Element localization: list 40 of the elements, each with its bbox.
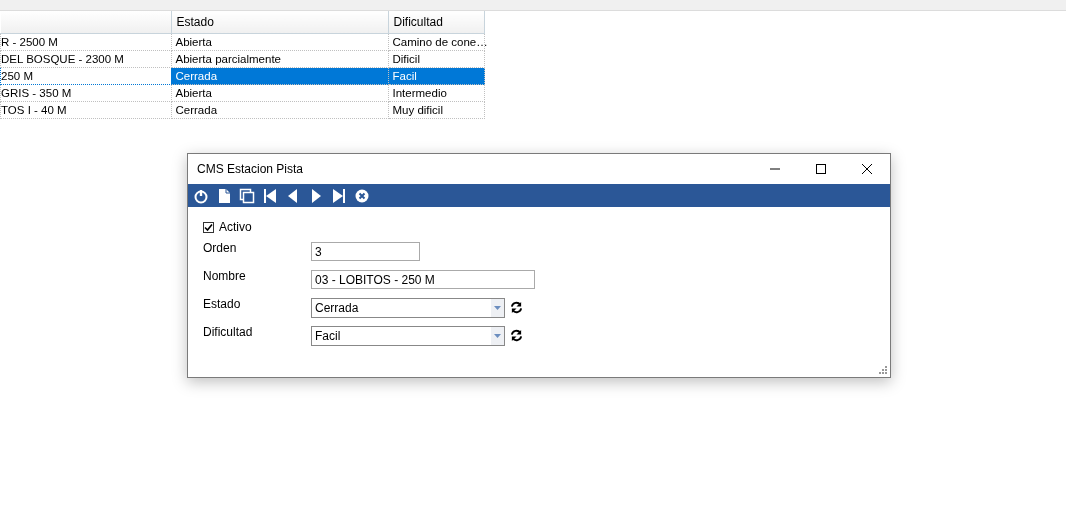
caret-icon[interactable] xyxy=(491,299,504,317)
field-label: Estado xyxy=(203,297,242,311)
table-cell: R - 2500 M xyxy=(0,33,171,51)
table-cell: Cerrada xyxy=(171,101,388,119)
power-icon[interactable] xyxy=(193,187,209,204)
column-header[interactable]: Estado xyxy=(171,11,388,34)
table-cell: Cerrada xyxy=(171,67,388,85)
text-field[interactable]: 3 xyxy=(311,242,420,261)
copy-icon[interactable] xyxy=(239,187,255,204)
table-cell: GRIS - 350 M xyxy=(0,84,171,102)
refresh-icon[interactable] xyxy=(510,301,523,314)
table-cell: DEL BOSQUE - 2300 M xyxy=(0,50,171,68)
refresh-icon[interactable] xyxy=(510,329,523,342)
dropdown[interactable]: Facil xyxy=(311,326,505,346)
text-field[interactable]: 03 - LOBITOS - 250 M xyxy=(311,270,535,289)
table-cell: Intermedio xyxy=(388,84,485,102)
table-cell: TOS I - 40 M xyxy=(0,101,171,119)
checkbox[interactable] xyxy=(203,221,214,233)
resize-grip-icon xyxy=(879,366,887,374)
window-title: CMS Estacion Pista xyxy=(197,162,304,176)
table-cell: Abierta xyxy=(171,33,388,51)
column-header[interactable]: Dificultad xyxy=(388,11,485,34)
table-cell: 250 M xyxy=(0,67,171,85)
dropdown[interactable]: Cerrada xyxy=(311,298,505,318)
cancel-icon[interactable] xyxy=(354,187,370,204)
field-label: Orden xyxy=(203,241,238,255)
maximize-icon[interactable] xyxy=(815,163,827,175)
skip-last-icon[interactable] xyxy=(331,187,347,204)
table-cell: Abierta xyxy=(171,84,388,102)
caret-icon[interactable] xyxy=(491,327,504,345)
skip-first-icon[interactable] xyxy=(262,187,278,204)
document-icon[interactable] xyxy=(216,187,232,204)
table-cell: Abierta parcialmente xyxy=(171,50,388,68)
table-cell: Camino de cone… xyxy=(388,33,485,51)
close-icon[interactable] xyxy=(861,163,873,175)
table-cell: Muy dificil xyxy=(388,101,485,119)
field-label: Dificultad xyxy=(203,325,254,339)
checkbox-label: Activo xyxy=(219,220,252,234)
field-label: Nombre xyxy=(203,269,247,283)
table-cell: Dificil xyxy=(388,50,485,68)
